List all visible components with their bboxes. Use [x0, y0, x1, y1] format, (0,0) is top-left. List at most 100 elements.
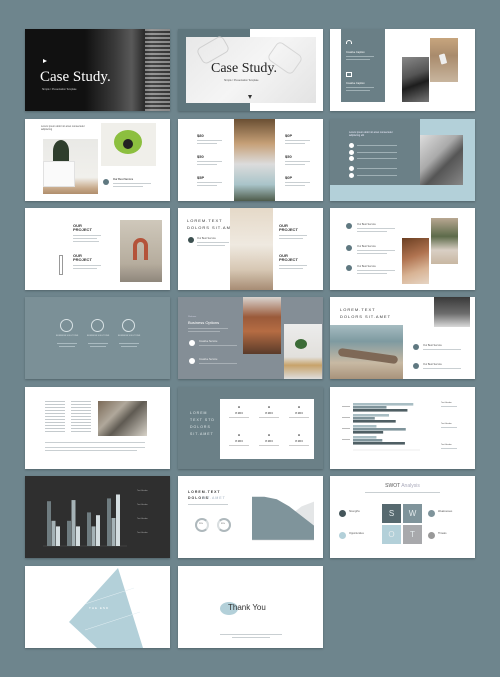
staircase-photo [98, 401, 147, 436]
slide-4-plants[interactable]: Lorem ipsum dolor sit amet consectetur a… [25, 119, 170, 201]
text-line [357, 250, 395, 251]
pottery-photo [434, 297, 470, 327]
text-line [45, 447, 145, 448]
slide-title: Case Study. [40, 69, 111, 85]
legend-label: Text Header [137, 490, 148, 492]
stat-cell: “8.963 [286, 407, 312, 418]
text-line [289, 417, 309, 418]
bar [353, 436, 377, 439]
stat-value: $80 [197, 133, 204, 138]
category-label [342, 417, 350, 418]
plant-stool-photo [284, 324, 322, 379]
stat-value: 8.963 [235, 411, 243, 415]
text-line [279, 238, 303, 239]
caption-label: Creative Caption [346, 51, 365, 54]
text-line [423, 368, 461, 369]
slide-11-business-options[interactable]: Welcome Business Options Creative Servic… [178, 297, 323, 379]
service-label: Our Best Service [357, 245, 376, 248]
column-bar [56, 526, 60, 546]
service-label: Creative Service [199, 358, 218, 361]
bar [353, 428, 406, 431]
number-bullet-5 [349, 173, 354, 178]
slide-17-area-donut[interactable]: LOREM.TEXT DOLORS SIT.AMET 25% 35% [178, 476, 323, 558]
text-line [357, 270, 395, 271]
stat-value: $50 [197, 154, 204, 159]
column-bar [76, 526, 80, 546]
area-chart [252, 496, 314, 541]
stat-cell: “8.963 [226, 407, 252, 418]
slide-19-the-end[interactable]: THE END [25, 566, 170, 648]
slide-title: Case Study. [211, 61, 277, 76]
text-line [121, 346, 137, 347]
text-line [73, 265, 101, 266]
column-bar [67, 520, 71, 546]
kicker: Welcome [188, 316, 197, 318]
stat-value: 8.963 [235, 439, 243, 443]
slide-14-stats-grid[interactable]: LOREM TEXT STD DOLORS SIT.AMET “8.963 “8.… [178, 387, 323, 469]
desk-photo [420, 135, 463, 185]
plant [295, 339, 307, 349]
number-bullet-3 [349, 156, 354, 161]
text-line [285, 185, 305, 186]
slide-20-thank-you[interactable]: Thank You [178, 566, 323, 648]
column-bar [111, 518, 116, 546]
slide-3-creative-captions[interactable]: Creative Caption Creative Caption [330, 29, 475, 111]
text-line [357, 228, 395, 229]
heading-line-1: LOREM.TEXT [340, 307, 376, 312]
text-line [45, 442, 145, 443]
category-label [342, 406, 350, 407]
text-line [73, 235, 101, 236]
slide-9-services-portraits[interactable]: Our Best Service Our Best Service Our Be… [330, 208, 475, 290]
swot-label: Opportunities [349, 532, 364, 535]
slide-5-stats-portrait[interactable]: $80 $50 $5P $0P $50 $0P [178, 119, 323, 201]
category-label [342, 439, 350, 440]
text-line [197, 242, 229, 243]
column-bar [47, 501, 51, 546]
slide-13-text-columns[interactable] [25, 387, 170, 469]
column-bar [107, 498, 111, 546]
text-line [285, 164, 305, 165]
slide-10-business-solutions[interactable]: BUSINESS SOLUTIONS BUSINESS SOLUTIONS BU… [25, 297, 170, 379]
text-line [259, 445, 279, 446]
slide-15-bar-chart[interactable]: Text Header Text Header Text Header [330, 387, 475, 469]
heading-line: DOLORS [190, 425, 211, 429]
text-line [113, 183, 151, 184]
text-line [73, 241, 99, 242]
slide-16-column-chart[interactable]: Text Header Text Header Text Header Text… [25, 476, 170, 558]
chart-icon [91, 319, 104, 332]
slide-1-cover-dark[interactable]: Case Study. Simple / Presentation Templa… [25, 29, 170, 111]
column-bar [87, 512, 91, 546]
blinds [145, 29, 170, 111]
legend-label: Text Header [137, 504, 148, 506]
bar [353, 417, 375, 420]
slide-2-cover-light[interactable]: Case Study. Simple / Presentation Templa… [178, 29, 323, 111]
heading-line-2-light: SIT.AMET [202, 496, 226, 500]
text-line [197, 140, 222, 141]
donut-chart-2 [217, 518, 231, 532]
slide-7-our-project[interactable]: OUR PROJECT OUR PROJECT [25, 208, 170, 290]
text-line [357, 253, 387, 254]
number-bullet-2 [349, 150, 354, 155]
vertical-label-box [59, 255, 63, 275]
stat-value: 8.963 [295, 439, 303, 443]
column-bar [51, 520, 56, 546]
text-line [220, 634, 282, 635]
slide-18-swot[interactable]: SWOT Analysis S W O T Strengths Weakness… [330, 476, 475, 558]
slide-8-lorem-project[interactable]: LOREM.TEXT DOLORS SIT.AMET Our Best Serv… [178, 208, 323, 290]
heading-line: LOREM [190, 411, 208, 415]
slide-12-driftwood[interactable]: LOREM.TEXT DOLORS SIT.AMET Our Best Serv… [330, 297, 475, 379]
slide-6-numbered-list[interactable]: Lorem ipsum dolor sit amet consectetur a… [330, 119, 475, 201]
earring-portrait-photo [402, 238, 429, 284]
bar [353, 420, 396, 423]
text-line [232, 637, 270, 638]
donut-value: 35% [221, 523, 226, 525]
text-line [199, 345, 237, 346]
bar [353, 409, 408, 412]
service-label: Our Best Service [357, 223, 376, 226]
text-line [197, 182, 222, 183]
text-line [365, 492, 440, 493]
service-icon [346, 245, 352, 251]
heading-line-1: LOREM.TEXT [188, 490, 221, 494]
plant-leaves [53, 140, 69, 162]
heading-line: SIT.AMET [190, 432, 214, 436]
